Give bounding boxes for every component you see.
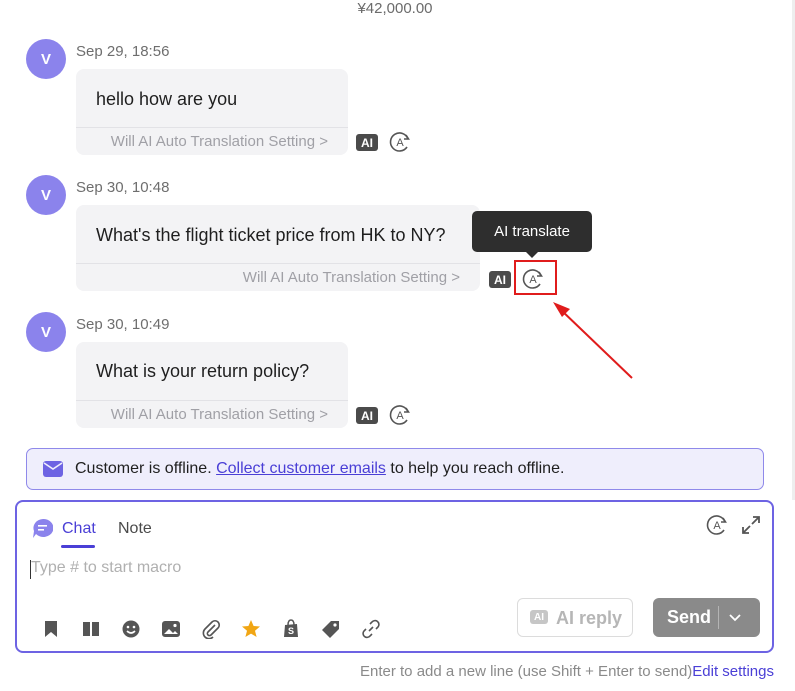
chevron-down-icon[interactable]	[728, 610, 742, 624]
message-text: hello how are you	[96, 89, 238, 109]
emoji-icon[interactable]	[121, 619, 141, 639]
tag-icon[interactable]	[321, 619, 341, 639]
avatar: V	[26, 175, 66, 215]
shopify-icon[interactable]: S	[281, 619, 301, 639]
tab-chat[interactable]: Chat	[62, 520, 96, 538]
offline-banner: Customer is offline. Collect customer em…	[26, 448, 764, 490]
ai-reply-badge: AI	[530, 610, 548, 624]
translate-icon[interactable]: A	[705, 513, 729, 537]
offline-suffix: to help you reach offline.	[385, 460, 565, 477]
star-icon[interactable]	[241, 619, 261, 639]
message-composer: Chat Note A Type # to start macro S AI A…	[15, 500, 774, 653]
translation-setting-link[interactable]: Will AI Auto Translation Setting >	[76, 127, 348, 155]
ai-badge[interactable]: AI	[356, 407, 378, 424]
tab-note[interactable]: Note	[118, 520, 152, 538]
send-divider	[718, 606, 719, 629]
message-text: What is your return policy?	[96, 361, 310, 381]
highlight-box	[514, 260, 557, 295]
message-time: Sep 30, 10:49	[76, 316, 170, 333]
svg-text:S: S	[288, 626, 294, 636]
collect-emails-link[interactable]: Collect customer emails	[216, 460, 386, 477]
svg-text:A: A	[713, 520, 721, 532]
svg-text:A: A	[396, 410, 404, 422]
avatar: V	[26, 39, 66, 79]
send-label: Send	[667, 607, 712, 627]
ai-badge[interactable]: AI	[489, 271, 511, 288]
translate-icon[interactable]: A	[388, 403, 412, 427]
link-icon[interactable]	[361, 619, 381, 639]
translation-setting-link[interactable]: Will AI Auto Translation Setting >	[76, 263, 480, 291]
message-time: Sep 30, 10:48	[76, 179, 170, 196]
translation-setting-link[interactable]: Will AI Auto Translation Setting >	[76, 400, 348, 428]
ai-badge[interactable]: AI	[356, 134, 378, 151]
expand-icon[interactable]	[741, 515, 761, 535]
svg-text:A: A	[396, 137, 404, 149]
message-bubble: hello how are you Will AI Auto Translati…	[76, 69, 348, 155]
message-input[interactable]: Type # to start macro	[31, 559, 181, 577]
ai-translate-tooltip: AI translate	[472, 211, 592, 258]
composer-hint: Enter to add a new line (use Shift + Ent…	[360, 663, 774, 680]
translate-icon[interactable]: A	[388, 130, 412, 154]
order-price: ¥42,000.00	[357, 0, 433, 17]
message-time: Sep 29, 18:56	[76, 43, 170, 60]
annotation-arrow	[553, 302, 633, 379]
active-tab-indicator	[61, 545, 95, 548]
send-button[interactable]: Send	[653, 598, 760, 637]
offline-text: Customer is offline. Collect customer em…	[75, 460, 564, 478]
knowledge-book-icon[interactable]	[81, 619, 101, 639]
bookmark-icon[interactable]	[41, 619, 61, 639]
message-bubble: What is your return policy? Will AI Auto…	[76, 342, 348, 428]
envelope-icon	[43, 461, 63, 477]
chat-bubble-icon	[33, 519, 53, 538]
ai-reply-label: AI reply	[556, 608, 623, 628]
message-bubble: What's the flight ticket price from HK t…	[76, 205, 480, 291]
message-text: What's the flight ticket price from HK t…	[96, 225, 446, 245]
offline-prefix: Customer is offline.	[75, 460, 217, 477]
image-icon[interactable]	[161, 619, 181, 639]
ai-reply-button[interactable]: AI AI reply	[517, 598, 633, 637]
avatar: V	[26, 312, 66, 352]
hint-text: Enter to add a new line (use Shift + Ent…	[360, 663, 693, 680]
attachment-icon[interactable]	[201, 619, 221, 639]
edit-settings-link[interactable]: Edit settings	[692, 663, 774, 680]
